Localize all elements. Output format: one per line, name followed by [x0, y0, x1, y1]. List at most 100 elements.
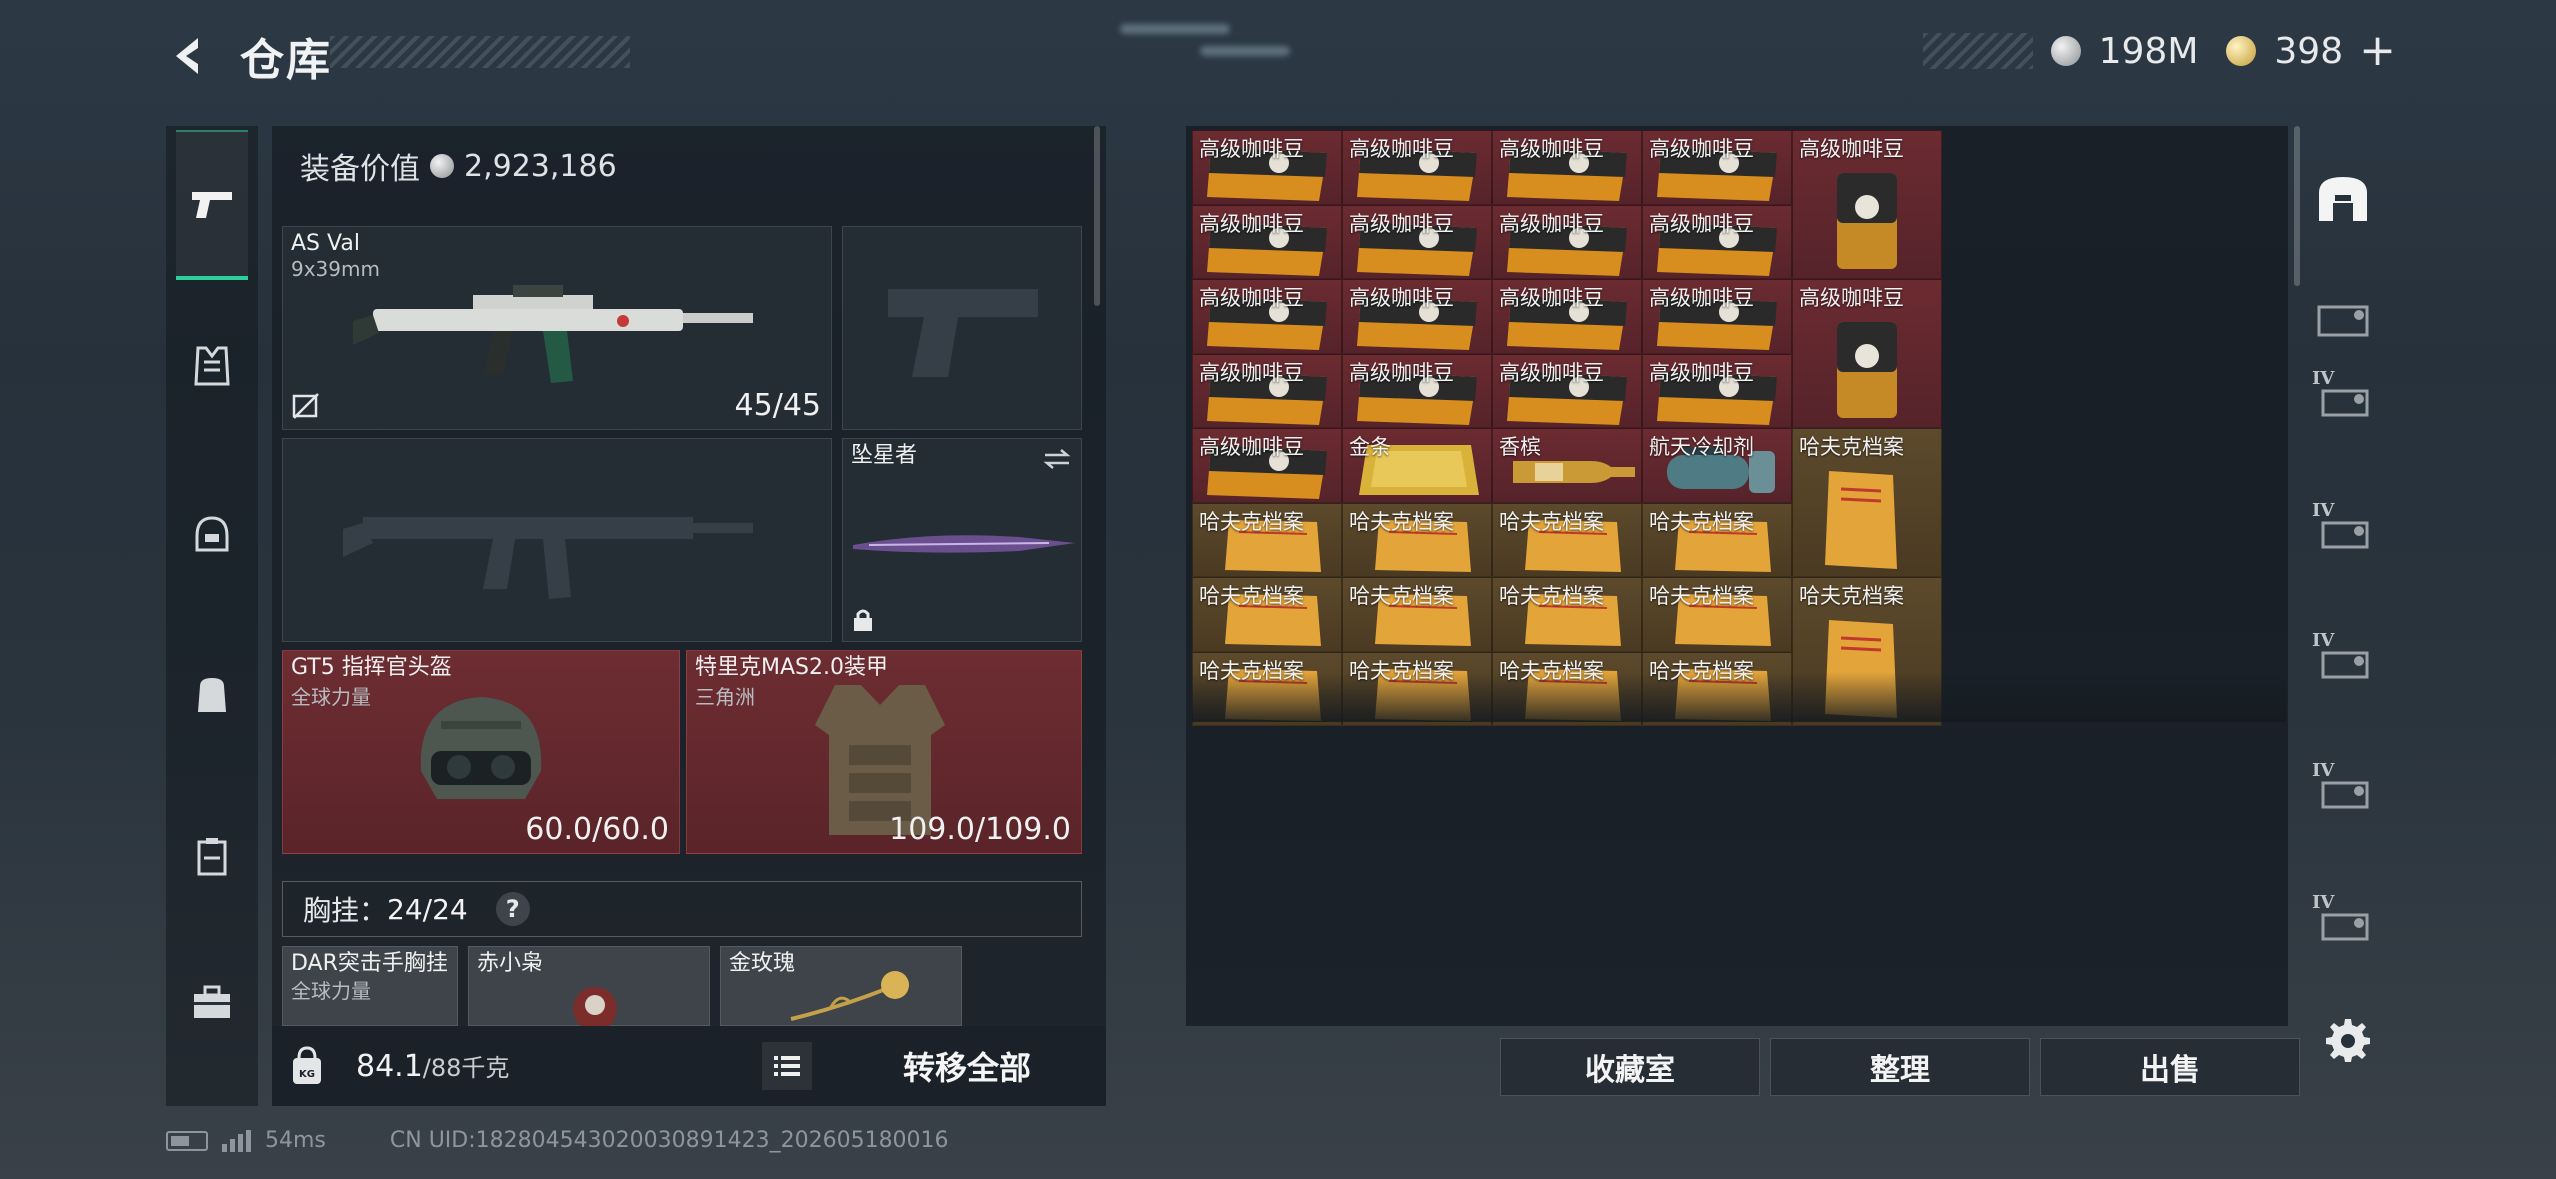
storage-item-cell[interactable]: 高级咖啡豆	[1792, 279, 1942, 428]
storage-item-cell[interactable]: 高级咖啡豆	[1192, 279, 1342, 354]
helmet-durability: 60.0/60.0	[525, 812, 669, 847]
storage-item-cell[interactable]: 高级咖啡豆	[1342, 353, 1492, 428]
tab-container-level[interactable]: IV	[2312, 626, 2374, 696]
chest-rig-slot[interactable]: DAR突击手胸挂 全球力量	[282, 946, 458, 1026]
storage-item-cell[interactable]: 哈夫克档案	[1642, 502, 1792, 577]
secondary-weapon-slot[interactable]	[842, 226, 1082, 430]
weight-current: 84.1	[356, 1049, 423, 1084]
secondary-rifle-slot[interactable]	[282, 438, 832, 642]
storage-item-cell[interactable]: 哈夫克档案	[1192, 502, 1342, 577]
storage-item-cell[interactable]: 高级咖啡豆	[1342, 279, 1492, 354]
tab-container-level[interactable]: IV	[2312, 364, 2374, 434]
tab-container-level[interactable]: IV	[2312, 496, 2374, 566]
storage-item-cell[interactable]: 高级咖啡豆	[1642, 130, 1792, 205]
storage-item-cell[interactable]: 高级咖啡豆	[1492, 279, 1642, 354]
rifle-icon	[353, 285, 753, 383]
storage-item-cell[interactable]: 高级咖啡豆	[1492, 130, 1642, 205]
storage-item-label: 高级咖啡豆	[1499, 286, 1604, 310]
knife-icon	[853, 535, 1075, 553]
storage-item-label: 高级咖啡豆	[1349, 360, 1454, 385]
melee-slot[interactable]: 坠星者	[842, 438, 1082, 642]
weight-icon-box: KG	[272, 1026, 342, 1106]
ping-value: 54ms	[265, 1128, 326, 1153]
storage-item-label: 哈夫克档案	[1499, 584, 1604, 608]
primary-weapon-slot[interactable]: AS Val 9x39mm 45/45	[282, 226, 832, 430]
storage-item-label: 高级咖啡豆	[1649, 286, 1754, 310]
helmet-faction: 全球力量	[291, 685, 371, 709]
helmet-slot[interactable]: GT5 指挥官头盔 全球力量 60.0/60.0	[282, 650, 680, 854]
user-uid: CN UID:182804543020030891423_20260518001…	[389, 1128, 949, 1153]
storage-item-cell[interactable]: 哈夫克档案	[1792, 577, 1942, 726]
storage-item-cell[interactable]: 高级咖啡豆	[1342, 130, 1492, 205]
rail-item-helmet[interactable]	[176, 494, 248, 574]
storage-item-cell[interactable]: 高级咖啡豆	[1192, 353, 1342, 428]
collection-room-button[interactable]: 收藏室	[1500, 1038, 1760, 1096]
rail-item-backpack[interactable]	[176, 654, 248, 734]
storage-item-cell[interactable]: 高级咖啡豆	[1642, 279, 1792, 354]
tab-container-level[interactable]: IV	[2312, 888, 2374, 958]
organize-button[interactable]: 整理	[1770, 1038, 2030, 1096]
storage-item-cell[interactable]: 哈夫克档案	[1492, 651, 1642, 726]
case-icon	[197, 838, 227, 876]
rifle-placeholder-icon	[343, 517, 753, 599]
storage-item-cell[interactable]: 航天冷却剂	[1642, 428, 1792, 503]
storage-item-cell[interactable]: 金条	[1342, 428, 1492, 503]
storage-item-cell[interactable]: 高级咖啡豆	[1492, 353, 1642, 428]
storage-item-cell[interactable]: 高级咖啡豆	[1792, 130, 1942, 279]
storage-item-cell[interactable]: 高级咖啡豆	[1192, 428, 1342, 503]
rail-item-case[interactable]	[176, 816, 248, 896]
back-arrow-icon	[176, 38, 198, 74]
storage-item-cell[interactable]: 高级咖啡豆	[1642, 204, 1792, 279]
storage-item-label: 航天冷却剂	[1649, 435, 1754, 459]
loadout-scrollbar[interactable]	[1094, 126, 1100, 306]
rail-item-vest[interactable]	[176, 326, 248, 406]
storage-item-cell[interactable]: 高级咖啡豆	[1342, 204, 1492, 279]
storage-item-cell[interactable]: 哈夫克档案	[1492, 577, 1642, 652]
storage-item-label: 哈夫克档案	[1649, 658, 1754, 683]
transfer-all-button[interactable]: 转移全部	[832, 1026, 1102, 1106]
tab-safe-box[interactable]	[2312, 164, 2374, 234]
storage-item-label: 高级咖啡豆	[1349, 137, 1454, 161]
storage-item-cell[interactable]: 哈夫克档案	[1342, 651, 1492, 726]
settings-button[interactable]	[2320, 1012, 2376, 1068]
back-button[interactable]	[160, 28, 220, 84]
storage-item-cell[interactable]: 高级咖啡豆	[1642, 353, 1792, 428]
gold-coin-icon	[2226, 36, 2257, 66]
storage-item-cell[interactable]: 高级咖啡豆	[1192, 204, 1342, 279]
storage-item-label: 高级咖啡豆	[1199, 137, 1304, 161]
storage-item-cell[interactable]: 高级咖啡豆	[1492, 204, 1642, 279]
storage-item-label: 哈夫克档案	[1349, 584, 1454, 608]
chest-rig-count: 24/24	[387, 892, 468, 926]
storage-item-cell[interactable]: 哈夫克档案	[1342, 502, 1492, 577]
list-view-button[interactable]	[762, 1042, 812, 1090]
chest-rig-header: 胸挂： 24/24 ?	[282, 881, 1082, 937]
armor-durability: 109.0/109.0	[889, 812, 1071, 847]
rail-item-weapons[interactable]	[176, 130, 248, 280]
storage-item-cell[interactable]: 哈夫克档案	[1792, 428, 1942, 577]
rail-item-toolbox[interactable]	[176, 962, 248, 1042]
storage-item-cell[interactable]: 哈夫克档案	[1492, 502, 1642, 577]
equipment-value-amount: 2,923,186	[464, 148, 617, 184]
add-currency-button[interactable]: +	[2359, 29, 2396, 73]
storage-item-cell[interactable]: 高级咖啡豆	[1192, 130, 1342, 205]
chest-item-slot[interactable]: 金玫瑰	[720, 946, 962, 1026]
safe-box-icon	[2319, 177, 2367, 221]
storage-item-cell[interactable]: 哈夫克档案	[1642, 651, 1792, 726]
help-button[interactable]: ?	[495, 892, 530, 926]
storage-item-cell[interactable]: 哈夫克档案	[1192, 651, 1342, 726]
storage-item-label: 高级咖啡豆	[1499, 360, 1604, 385]
storage-item-cell[interactable]: 哈夫克档案	[1192, 577, 1342, 652]
tab-container-level[interactable]: IV	[2312, 756, 2374, 826]
sell-button[interactable]: 出售	[2040, 1038, 2300, 1096]
chest-item-slot[interactable]: 赤小枭	[468, 946, 710, 1026]
vest-icon	[194, 346, 230, 386]
swap-icon[interactable]	[1041, 447, 1073, 471]
storage-item-label: 哈夫克档案	[1649, 584, 1754, 608]
no-attachment-icon	[292, 393, 319, 419]
storage-item-cell[interactable]: 香槟	[1492, 428, 1642, 503]
tab-container[interactable]	[2312, 284, 2374, 354]
storage-item-cell[interactable]: 哈夫克档案	[1342, 577, 1492, 652]
armor-slot[interactable]: 特里克MAS2.0装甲 三角洲 109.0/109.0	[686, 650, 1082, 854]
storage-item-cell[interactable]: 哈夫克档案	[1642, 577, 1792, 652]
backpack-icon	[198, 678, 226, 712]
